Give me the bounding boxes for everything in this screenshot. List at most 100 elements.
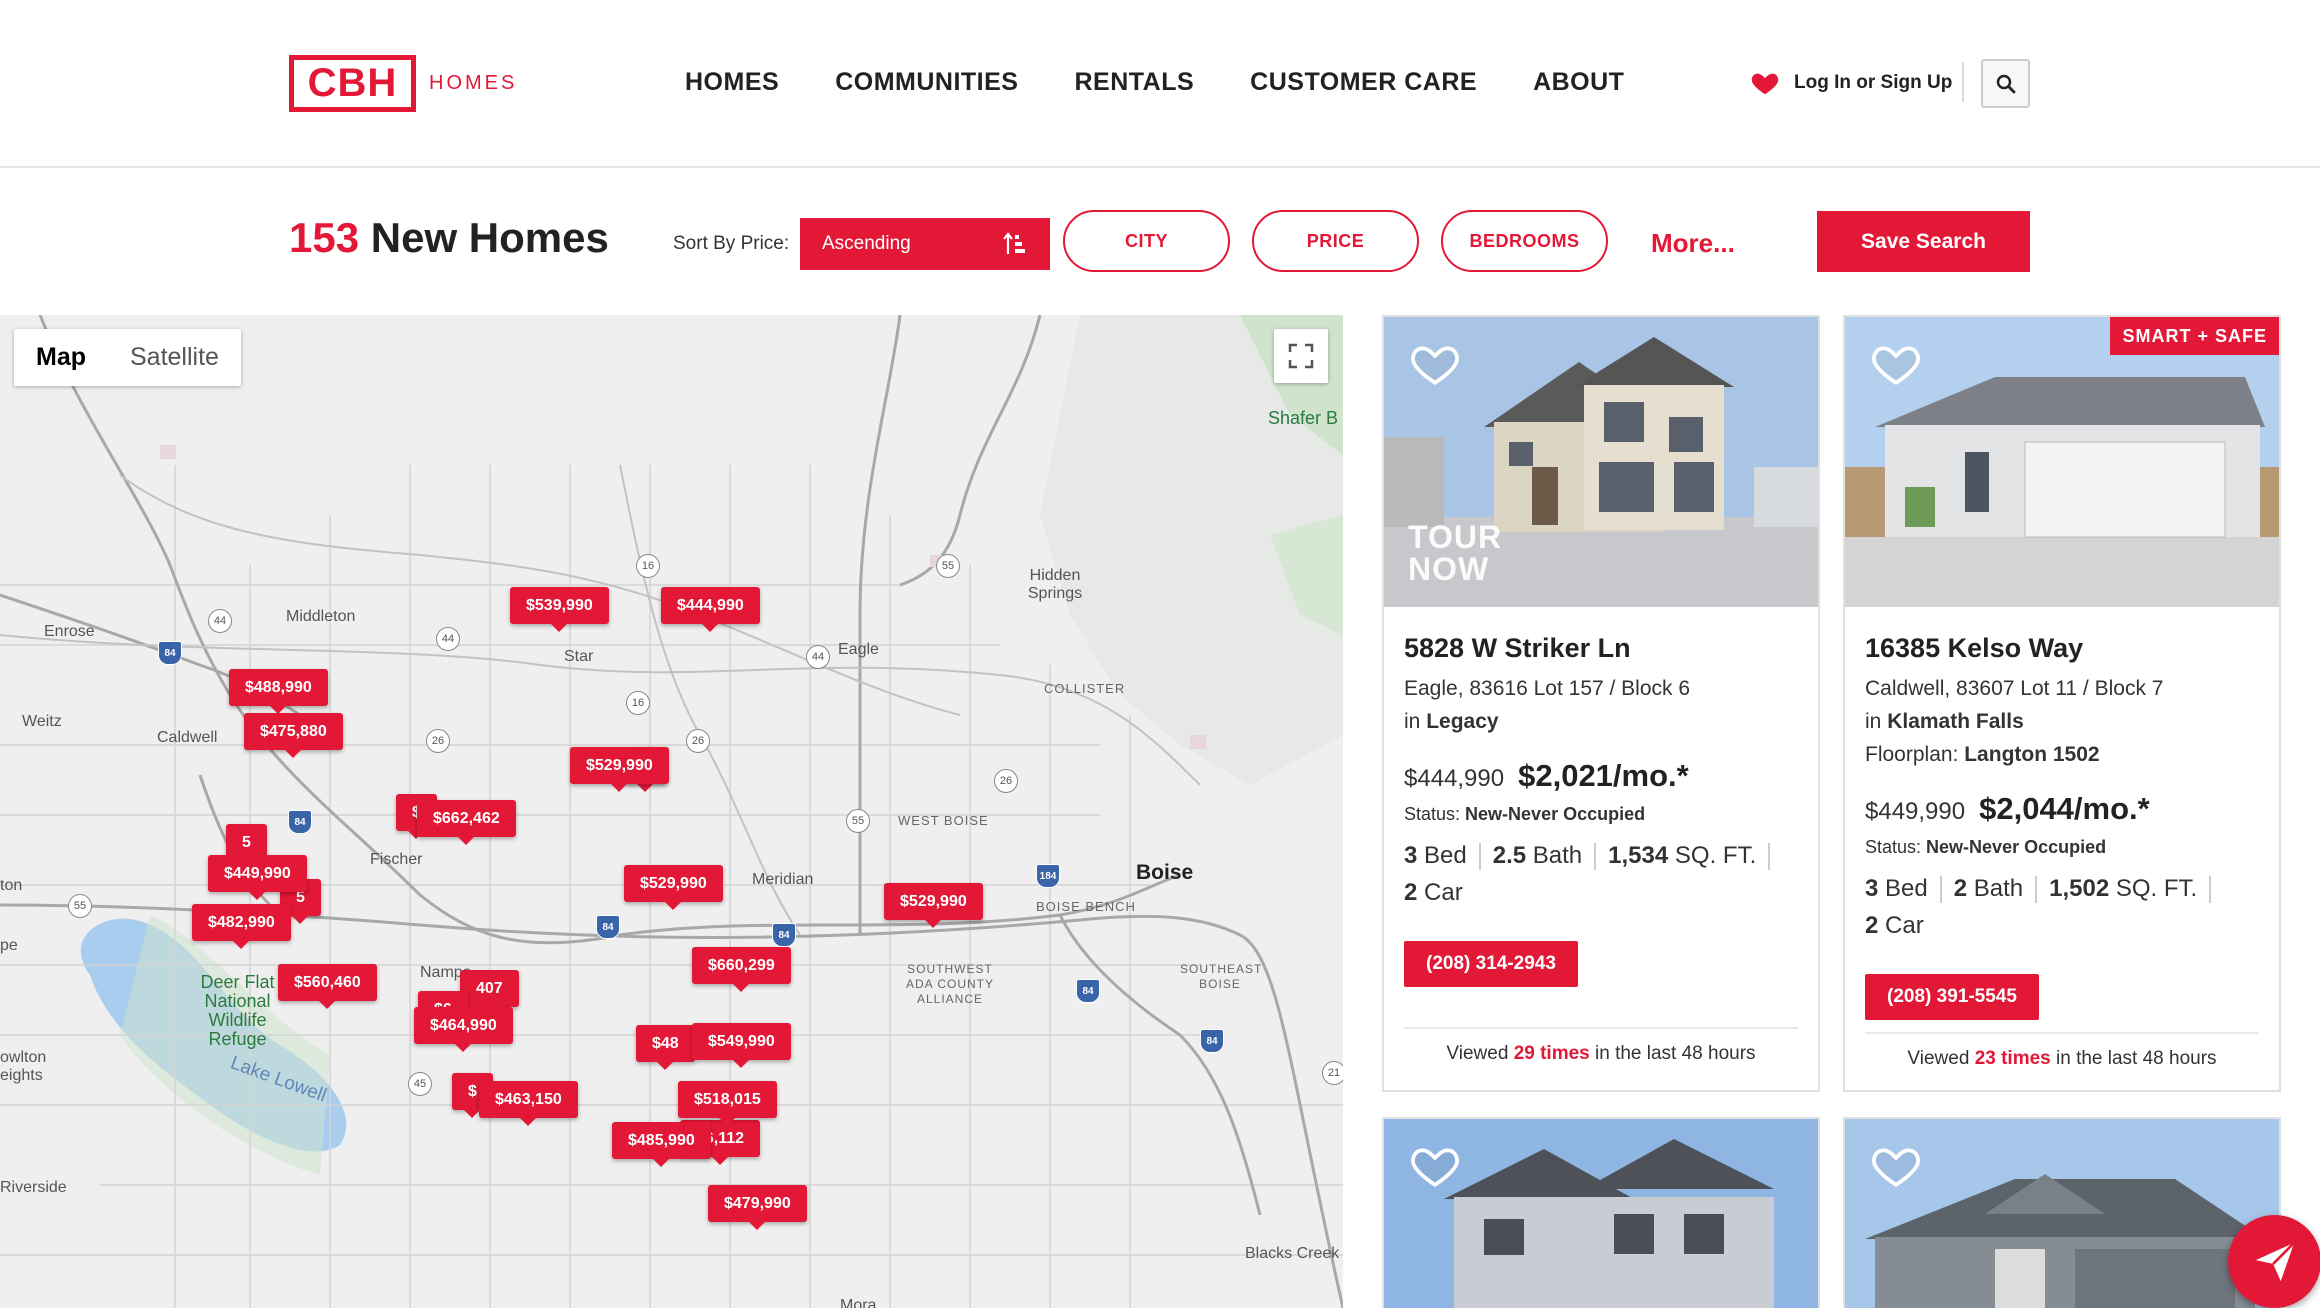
listing-photo[interactable] [1384, 1119, 1818, 1308]
map-toggle-satellite[interactable]: Satellite [108, 329, 241, 386]
brand-logo[interactable]: CBH HOMES [289, 55, 517, 112]
price-marker[interactable]: $48 [636, 1025, 695, 1070]
sort-select[interactable]: Ascending [800, 218, 1050, 270]
listing-status: Status: New-Never Occupied [1404, 804, 1798, 825]
filter-city[interactable]: CITY [1063, 210, 1230, 272]
spec-divider [2035, 876, 2038, 904]
price-marker[interactable]: $449,990 [208, 855, 307, 900]
map-toggle-map[interactable]: Map [14, 329, 108, 386]
community-name[interactable]: Legacy [1426, 710, 1498, 733]
route-shield: 44 [806, 645, 830, 669]
price-marker[interactable]: $549,990 [692, 1023, 791, 1068]
sqft-value: 1,502 [2049, 875, 2110, 902]
chat-send-button[interactable] [2228, 1215, 2320, 1308]
save-search-button[interactable]: Save Search [1817, 211, 2030, 272]
listing-floorplan: Floorplan: Langton 1502 [1865, 738, 2259, 771]
listing-address[interactable]: 16385 Kelso Way [1865, 633, 2259, 664]
price-marker[interactable]: 407 [460, 970, 519, 1015]
listing-monthly: $2,021/mo.* [1518, 758, 1689, 793]
price-marker[interactable]: $482,990 [192, 904, 291, 949]
price-marker[interactable]: $488,990 [229, 669, 328, 714]
floorplan-name[interactable]: Langton 1502 [1964, 743, 2099, 766]
price-marker[interactable]: $464,990 [414, 1007, 513, 1052]
listing-card[interactable]: SMART + SAFE 16385 Kelso Way Caldwell, 8… [1843, 315, 2281, 1092]
filter-bedrooms[interactable]: BEDROOMS [1441, 210, 1608, 272]
listing-photo[interactable]: TOUR NOW [1384, 317, 1818, 607]
map-view[interactable]: Map Satellite Middleton Enrose Weitz Cal… [0, 315, 1343, 1308]
fullscreen-button[interactable] [1274, 329, 1328, 383]
baths-label: Bath [1532, 842, 1583, 869]
route-shield: 26 [686, 729, 710, 753]
listing-card[interactable] [1382, 1117, 1820, 1308]
interstate-shield: 84 [288, 810, 312, 834]
place-label: SOUTHWEST ADA COUNTY ALLIANCE [905, 962, 994, 1006]
favorite-heart-icon[interactable] [1871, 1143, 1921, 1189]
listing-specs: 3 Bed 2.5 Bath 1,534 SQ. FT. 2 Car [1404, 837, 1798, 911]
spec-divider [2209, 876, 2212, 904]
price-marker[interactable]: $529,990 [884, 883, 983, 928]
nav-communities[interactable]: COMMUNITIES [835, 68, 1018, 97]
route-shield: 16 [636, 554, 660, 578]
price-marker[interactable]: $444,990 [661, 587, 760, 632]
spec-divider [1478, 843, 1481, 871]
price-marker[interactable]: $485,990 [612, 1122, 711, 1167]
favorite-heart-icon[interactable] [1410, 1143, 1460, 1189]
listing-address[interactable]: 5828 W Striker Ln [1404, 633, 1798, 664]
listing-monthly: $2,044/mo.* [1979, 791, 2150, 826]
price-marker[interactable]: $518,015 [678, 1081, 777, 1126]
logo-mark: CBH [289, 55, 416, 112]
spec-divider [1939, 876, 1942, 904]
place-label: COLLISTER [1044, 681, 1126, 696]
baths-label: Bath [1973, 875, 2024, 902]
status-label: Status: [1404, 804, 1461, 824]
favorite-heart-icon[interactable] [1410, 341, 1460, 387]
price-marker[interactable]: $479,990 [708, 1185, 807, 1230]
listing-card[interactable] [1843, 1117, 2281, 1308]
route-shield: 16 [626, 691, 650, 715]
search-button[interactable] [1981, 59, 2030, 108]
place-label: Deer Flat National Wildlife Refuge [200, 972, 275, 1049]
filter-price[interactable]: PRICE [1252, 210, 1419, 272]
results-title: 153 New Homes [289, 214, 609, 262]
nav-about[interactable]: ABOUT [1533, 68, 1624, 97]
price-row: $449,990 $2,044/mo.* [1865, 791, 2259, 827]
price-marker[interactable]: $560,460 [278, 964, 377, 1009]
listing-card[interactable]: TOUR NOW 5828 W Striker Ln Eagle, 83616 … [1382, 315, 1820, 1092]
listing-details: 5828 W Striker Ln Eagle, 83616 Lot 157 /… [1384, 607, 1818, 1079]
phone-button[interactable]: (208) 314-2943 [1404, 941, 1578, 987]
price-marker[interactable]: $660,299 [692, 947, 791, 992]
phone-button[interactable]: (208) 391-5545 [1865, 974, 2039, 1020]
price-marker[interactable]: $662,462 [417, 800, 516, 845]
place-label: Eagle [838, 641, 879, 658]
price-marker[interactable]: $529,990 [570, 747, 669, 792]
price-marker[interactable]: $475,880 [244, 713, 343, 758]
sort-ascending-icon [1003, 232, 1025, 254]
nav-rentals[interactable]: RENTALS [1074, 68, 1194, 97]
beds-value: 3 [1404, 842, 1418, 869]
listing-specs: 3 Bed 2 Bath 1,502 SQ. FT. 2 Car [1865, 870, 2259, 944]
more-filters-link[interactable]: More... [1651, 228, 1735, 259]
sqft-label: SQ. FT. [1674, 842, 1757, 869]
map-type-toggle: Map Satellite [14, 329, 241, 386]
place-label: Caldwell [157, 729, 218, 746]
place-label: Fischer [370, 851, 423, 868]
route-shield: 55 [68, 894, 92, 918]
listing-photo[interactable]: SMART + SAFE [1845, 317, 2279, 607]
price-marker[interactable]: $529,990 [624, 865, 723, 910]
smart-safe-badge: SMART + SAFE [2110, 317, 2279, 355]
place-label: Mora [840, 1297, 877, 1308]
listing-photo[interactable] [1845, 1119, 2279, 1308]
paper-plane-icon [2255, 1241, 2295, 1281]
price-marker[interactable]: $463,150 [479, 1081, 578, 1126]
nav-customer-care[interactable]: CUSTOMER CARE [1250, 68, 1477, 97]
favorite-heart-icon[interactable] [1871, 341, 1921, 387]
baths-value: 2.5 [1492, 842, 1527, 869]
price-marker[interactable]: $539,990 [510, 587, 609, 632]
community-name[interactable]: Klamath Falls [1887, 710, 2024, 733]
results-count: 153 [289, 214, 360, 261]
cars-value: 2 [1404, 879, 1418, 906]
route-shield: 26 [994, 769, 1018, 793]
login-link[interactable]: Log In or Sign Up [1750, 68, 1952, 98]
place-label: ton [0, 877, 23, 894]
nav-homes[interactable]: HOMES [685, 68, 779, 97]
